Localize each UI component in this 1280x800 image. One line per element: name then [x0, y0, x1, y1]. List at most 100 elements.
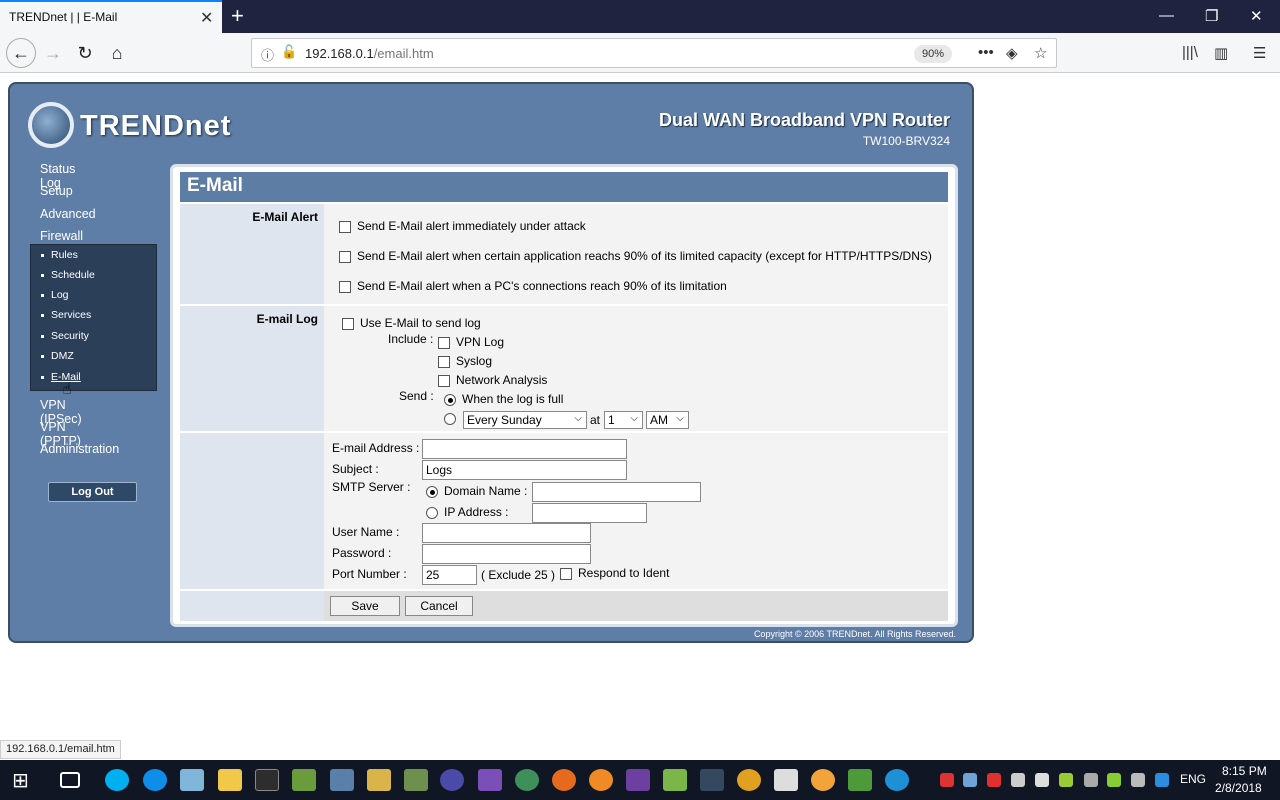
alert-capacity-option[interactable]: Send E-Mail alert when certain applicati…	[339, 249, 932, 263]
browser-tab[interactable]: TRENDnet | | E-Mail ✕	[0, 0, 222, 33]
logout-button[interactable]: Log Out	[48, 482, 137, 502]
tray-icon-3[interactable]	[987, 773, 1001, 787]
alert-attack-option[interactable]: Send E-Mail alert immediately under atta…	[339, 219, 586, 233]
back-button[interactable]: ←	[6, 38, 36, 68]
cancel-button[interactable]: Cancel	[405, 596, 473, 616]
url-text[interactable]: 192.168.0.1/email.htm	[305, 46, 434, 61]
reload-icon[interactable]: ↻	[72, 40, 98, 66]
zoom-level[interactable]: 90%	[914, 45, 953, 63]
windows-start-icon[interactable]: ⊞	[12, 768, 36, 792]
clock-time[interactable]: 8:15 PM	[1222, 764, 1267, 778]
submenu-item-services[interactable]: Services	[41, 309, 91, 321]
checkbox[interactable]	[342, 317, 354, 330]
visual-studio-2-icon[interactable]	[626, 769, 650, 791]
library-icon[interactable]: |||\	[1182, 44, 1198, 61]
checkbox[interactable]	[339, 220, 351, 233]
include-network-analysis[interactable]: Network Analysis	[438, 373, 547, 387]
send-schedule-option[interactable]	[444, 411, 462, 425]
tray-icon-8[interactable]	[1155, 773, 1169, 787]
ip-address-option[interactable]: IP Address :	[426, 505, 508, 519]
menu-item-firewall[interactable]: Firewall	[40, 229, 83, 243]
submenu-item-schedule[interactable]: Schedule	[41, 269, 95, 281]
submenu-item-email[interactable]: E-Mail	[41, 371, 81, 383]
domain-name-input[interactable]	[532, 482, 701, 502]
home-icon[interactable]: ⌂	[104, 40, 130, 66]
domain-name-option[interactable]: Domain Name :	[426, 484, 527, 498]
terminal-icon[interactable]	[255, 769, 279, 791]
submenu-item-rules[interactable]: Rules	[41, 249, 78, 261]
clapper-icon[interactable]	[774, 769, 798, 791]
submenu-item-security[interactable]: Security	[41, 330, 89, 342]
menu-icon[interactable]: ☰	[1253, 44, 1266, 62]
radio-selected[interactable]	[426, 485, 438, 498]
checkbox[interactable]	[438, 374, 450, 387]
info-icon[interactable]: ⓘ	[261, 45, 274, 64]
visual-studio-icon[interactable]	[478, 769, 502, 791]
restore-icon[interactable]: ❐	[1205, 7, 1218, 25]
notepad-icon[interactable]	[180, 769, 204, 791]
checkbox[interactable]	[339, 280, 351, 293]
send-ampm-select[interactable]: AM ⌵	[646, 411, 689, 429]
send-hour-select[interactable]: 1 ⌵	[604, 411, 643, 429]
tray-icon-5[interactable]	[1035, 773, 1049, 787]
tray-icon-2[interactable]	[963, 773, 977, 787]
close-window-icon[interactable]: ✕	[1250, 7, 1263, 25]
include-vpn-log[interactable]: VPN Log	[438, 335, 504, 349]
skype-icon[interactable]	[105, 769, 129, 791]
page-actions-icon[interactable]: •••	[978, 44, 994, 61]
wifi-icon[interactable]	[1084, 773, 1098, 787]
send-day-select[interactable]: Every Sunday ⌵	[463, 411, 587, 429]
submenu-item-dmz[interactable]: DMZ	[41, 350, 74, 362]
app-icon-2[interactable]	[367, 769, 391, 791]
network-app-icon[interactable]	[330, 769, 354, 791]
app-icon-5[interactable]	[737, 769, 761, 791]
save-button[interactable]: Save	[330, 596, 400, 616]
url-bar[interactable]: ⓘ 🔓 192.168.0.1/email.htm 90% ••• ◈ ☆	[251, 38, 1057, 68]
ip-address-input[interactable]	[532, 503, 647, 523]
subject-input[interactable]: Logs	[422, 460, 627, 480]
app-icon-3[interactable]	[663, 769, 687, 791]
bookmark-star-icon[interactable]: ☆	[1034, 44, 1047, 62]
globe-icon[interactable]	[515, 769, 539, 791]
blender-icon[interactable]	[589, 769, 613, 791]
task-view-icon[interactable]	[60, 772, 80, 788]
volume-icon[interactable]	[1131, 773, 1145, 787]
checkbox[interactable]	[339, 250, 351, 263]
tray-icon-6[interactable]	[1059, 773, 1073, 787]
username-input[interactable]	[422, 523, 591, 543]
app-icon-4[interactable]	[700, 769, 724, 791]
password-input[interactable]	[422, 544, 591, 564]
firefox-icon[interactable]	[552, 769, 576, 791]
pocket-icon[interactable]: ◈	[1006, 44, 1018, 62]
menu-item-setup[interactable]: Setup	[40, 184, 73, 198]
minimize-icon[interactable]: —	[1159, 7, 1174, 24]
use-email-log-option[interactable]: Use E-Mail to send log	[342, 316, 481, 330]
submenu-item-log[interactable]: Log	[41, 289, 69, 301]
clock-date[interactable]: 2/8/2018	[1215, 781, 1262, 795]
sidebar-icon[interactable]: ▥	[1214, 44, 1228, 62]
menu-item-administration[interactable]: Administration	[40, 442, 119, 456]
teamviewer-icon[interactable]	[143, 769, 167, 791]
radio[interactable]	[444, 412, 456, 425]
tools-icon[interactable]	[404, 769, 428, 791]
respond-ident-option[interactable]: Respond to Ident	[560, 566, 669, 580]
radio-selected[interactable]	[444, 393, 456, 406]
radio[interactable]	[426, 506, 438, 519]
port-input[interactable]: 25	[422, 565, 477, 585]
checkbox[interactable]	[438, 355, 450, 368]
tray-icon-1[interactable]	[940, 773, 954, 787]
spreadsheet-icon[interactable]	[848, 769, 872, 791]
app-icon-6[interactable]	[811, 769, 835, 791]
app-icon-7[interactable]	[885, 769, 909, 791]
insecure-lock-icon[interactable]: 🔓	[281, 44, 297, 60]
tray-icon-4[interactable]	[1011, 773, 1025, 787]
include-syslog[interactable]: Syslog	[438, 354, 492, 368]
new-tab-button[interactable]: +	[231, 3, 244, 29]
tray-icon-7[interactable]	[1107, 773, 1121, 787]
app-icon-1[interactable]	[292, 769, 316, 791]
infinity-icon[interactable]	[440, 769, 464, 791]
file-explorer-icon[interactable]	[218, 769, 242, 791]
email-address-input[interactable]	[422, 439, 627, 459]
send-when-full-option[interactable]: When the log is full	[444, 392, 563, 406]
checkbox[interactable]	[438, 336, 450, 349]
